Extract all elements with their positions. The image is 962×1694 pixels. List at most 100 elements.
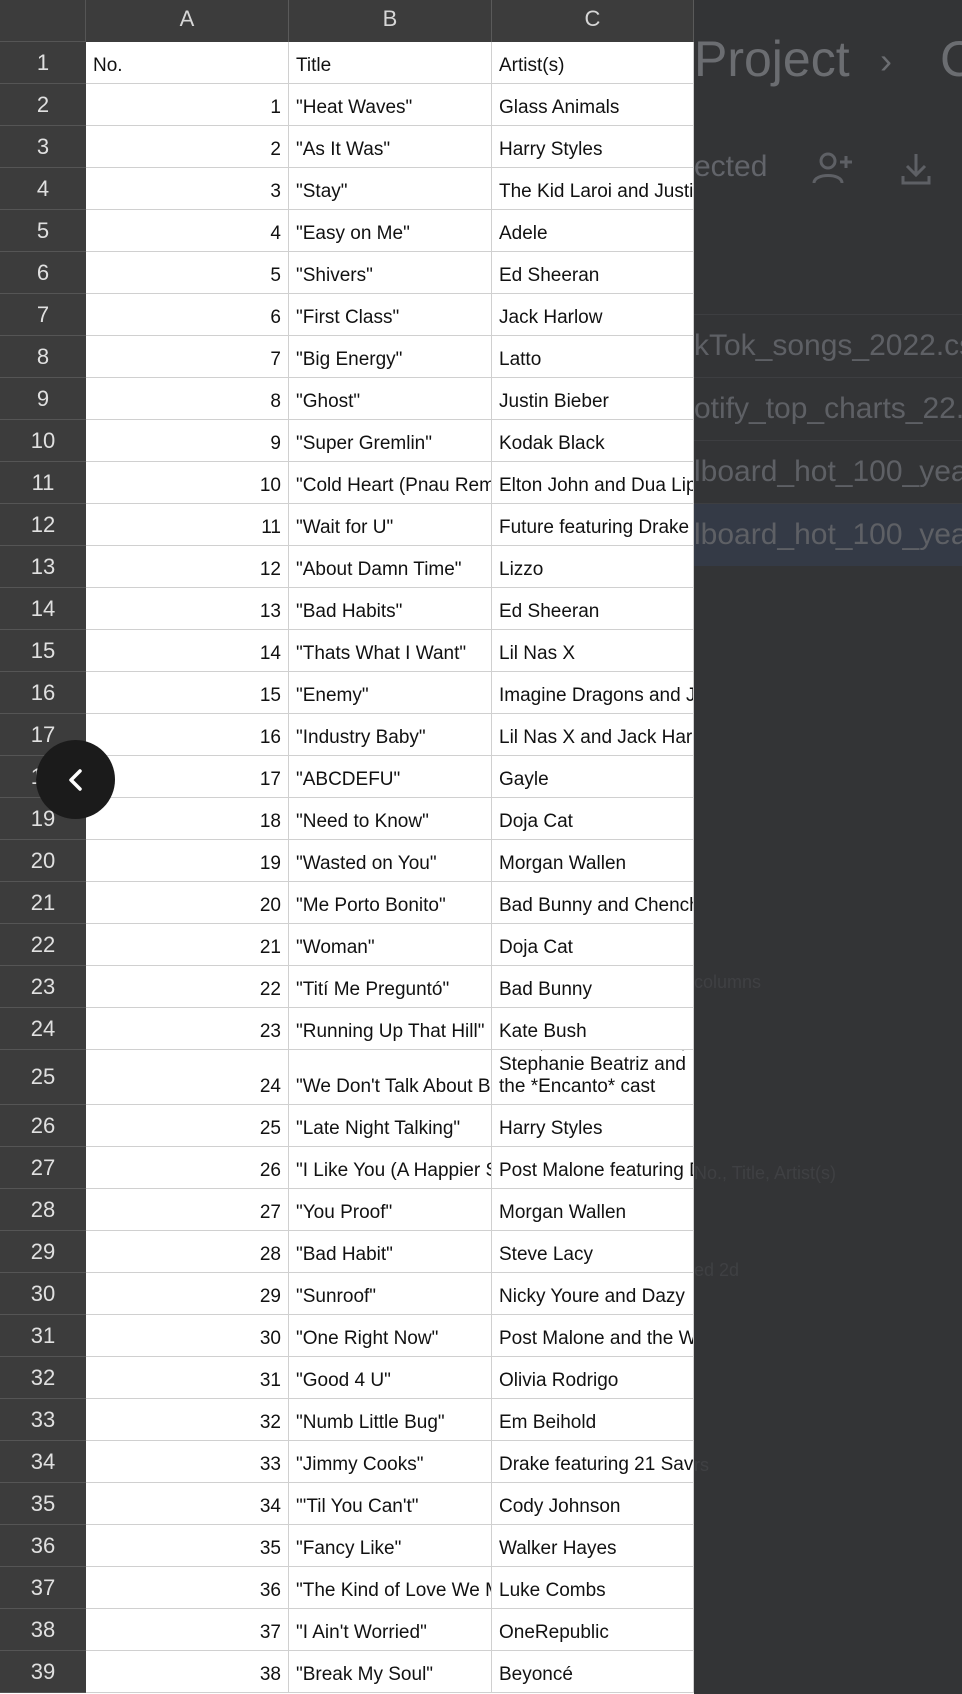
cell-title[interactable]: "First Class" (289, 294, 492, 335)
row-header[interactable]: 5 (0, 210, 86, 252)
cell-title[interactable]: "Jimmy Cooks" (289, 1441, 492, 1482)
cell-no[interactable]: 38 (86, 1651, 289, 1692)
cell-artist[interactable]: Harry Styles (492, 126, 694, 167)
cell-title[interactable]: "Ghost" (289, 378, 492, 419)
cell-no[interactable]: 30 (86, 1315, 289, 1356)
cell-artist[interactable]: Carolina Gaitán, Mauro Castillo, Adassa,… (492, 1050, 694, 1104)
cell-title[interactable]: "Fancy Like" (289, 1525, 492, 1566)
cell-artist[interactable]: Doja Cat (492, 924, 694, 965)
row-header[interactable]: 6 (0, 252, 86, 294)
cell-artist[interactable]: Morgan Wallen (492, 840, 694, 881)
cell-artist[interactable]: OneRepublic (492, 1609, 694, 1650)
cell-no[interactable]: 8 (86, 378, 289, 419)
row-header[interactable]: 27 (0, 1147, 86, 1189)
cell-artist[interactable]: Walker Hayes (492, 1525, 694, 1566)
cell-title[interactable]: "Tití Me Preguntó" (289, 966, 492, 1007)
cell-title[interactable]: "The Kind of Love We Make" (289, 1567, 492, 1608)
cell-title[interactable]: "Enemy" (289, 672, 492, 713)
cell-artist[interactable]: Justin Bieber (492, 378, 694, 419)
cell-title[interactable]: "I Like You (A Happier Song)" (289, 1147, 492, 1188)
cell-artist[interactable]: The Kid Laroi and Justin Bieber (492, 168, 694, 209)
cell-no[interactable]: 24 (86, 1050, 289, 1104)
cell-no[interactable]: 12 (86, 546, 289, 587)
row-header[interactable]: 26 (0, 1105, 86, 1147)
cell-artist[interactable]: Ed Sheeran (492, 252, 694, 293)
row-header[interactable]: 8 (0, 336, 86, 378)
cell-title[interactable]: "Wasted on You" (289, 840, 492, 881)
cell-artist[interactable]: Em Beihold (492, 1399, 694, 1440)
cell-title[interactable]: "Stay" (289, 168, 492, 209)
download-icon[interactable] (898, 150, 934, 186)
cell-artist[interactable]: Post Malone featuring Doja Cat (492, 1147, 694, 1188)
cell-no[interactable]: 23 (86, 1008, 289, 1049)
cell-no[interactable]: 37 (86, 1609, 289, 1650)
cell-no[interactable]: 26 (86, 1147, 289, 1188)
cell-no[interactable]: 16 (86, 714, 289, 755)
cell-artist[interactable]: Elton John and Dua Lipa (492, 462, 694, 503)
row-header[interactable]: 36 (0, 1525, 86, 1567)
row-header[interactable]: 25 (0, 1050, 86, 1105)
row-header[interactable]: 9 (0, 378, 86, 420)
cell-artist[interactable]: Luke Combs (492, 1567, 694, 1608)
cell-artist[interactable]: Doja Cat (492, 798, 694, 839)
row-header[interactable]: 10 (0, 420, 86, 462)
cell-no[interactable]: 31 (86, 1357, 289, 1398)
cell-artist[interactable]: Lizzo (492, 546, 694, 587)
cell-artist[interactable]: Lil Nas X and Jack Harlow (492, 714, 694, 755)
cell-artist[interactable]: Beyoncé (492, 1651, 694, 1692)
select-all-corner[interactable] (0, 0, 86, 42)
row-header[interactable]: 35 (0, 1483, 86, 1525)
cell-header-title[interactable]: Title (289, 42, 492, 83)
cell-title[interactable]: "Industry Baby" (289, 714, 492, 755)
cell-title[interactable]: "Numb Little Bug" (289, 1399, 492, 1440)
cell-no[interactable]: 34 (86, 1483, 289, 1524)
cell-header-no[interactable]: No. (86, 42, 289, 83)
cell-no[interactable]: 35 (86, 1525, 289, 1566)
cell-header-artist[interactable]: Artist(s) (492, 42, 694, 83)
cell-title[interactable]: "Super Gremlin" (289, 420, 492, 461)
cell-artist[interactable]: Glass Animals (492, 84, 694, 125)
cell-title[interactable]: "'Til You Can't" (289, 1483, 492, 1524)
cell-artist[interactable]: Morgan Wallen (492, 1189, 694, 1230)
cell-no[interactable]: 27 (86, 1189, 289, 1230)
collapse-button[interactable] (36, 740, 115, 819)
cell-no[interactable]: 1 (86, 84, 289, 125)
cell-no[interactable]: 15 (86, 672, 289, 713)
cell-title[interactable]: "One Right Now" (289, 1315, 492, 1356)
row-header[interactable]: 16 (0, 672, 86, 714)
row-header[interactable]: 12 (0, 504, 86, 546)
file-item[interactable]: kTok_songs_2022.csv (694, 314, 962, 377)
cell-no[interactable]: 9 (86, 420, 289, 461)
cell-no[interactable]: 32 (86, 1399, 289, 1440)
cell-no[interactable]: 21 (86, 924, 289, 965)
cell-no[interactable]: 17 (86, 756, 289, 797)
row-header[interactable]: 31 (0, 1315, 86, 1357)
cell-artist[interactable]: Bad Bunny (492, 966, 694, 1007)
cell-title[interactable]: "ABCDEFU" (289, 756, 492, 797)
cell-artist[interactable]: Gayle (492, 756, 694, 797)
cell-title[interactable]: "Me Porto Bonito" (289, 882, 492, 923)
file-item-selected[interactable]: lboard_hot_100_yea (694, 503, 962, 566)
cell-title[interactable]: "Wait for U" (289, 504, 492, 545)
cell-title[interactable]: "Break My Soul" (289, 1651, 492, 1692)
cell-no[interactable]: 5 (86, 252, 289, 293)
column-header-c[interactable]: C (492, 0, 694, 42)
cell-title[interactable]: "Good 4 U" (289, 1357, 492, 1398)
cell-artist[interactable]: Drake featuring 21 Savage (492, 1441, 694, 1482)
cell-no[interactable]: 7 (86, 336, 289, 377)
cell-artist[interactable]: Nicky Youre and Dazy (492, 1273, 694, 1314)
row-header[interactable]: 29 (0, 1231, 86, 1273)
cell-title[interactable]: "Easy on Me" (289, 210, 492, 251)
column-header-b[interactable]: B (289, 0, 492, 42)
cell-no[interactable]: 6 (86, 294, 289, 335)
row-header[interactable]: 39 (0, 1651, 86, 1693)
cell-artist[interactable]: Lil Nas X (492, 630, 694, 671)
cell-no[interactable]: 11 (86, 504, 289, 545)
cell-artist[interactable]: Post Malone and the Weeknd (492, 1315, 694, 1356)
row-header[interactable]: 14 (0, 588, 86, 630)
row-header[interactable]: 1 (0, 42, 86, 84)
cell-title[interactable]: "Thats What I Want" (289, 630, 492, 671)
cell-title[interactable]: "As It Was" (289, 126, 492, 167)
cell-artist[interactable]: Future featuring Drake (492, 504, 694, 545)
cell-no[interactable]: 10 (86, 462, 289, 503)
